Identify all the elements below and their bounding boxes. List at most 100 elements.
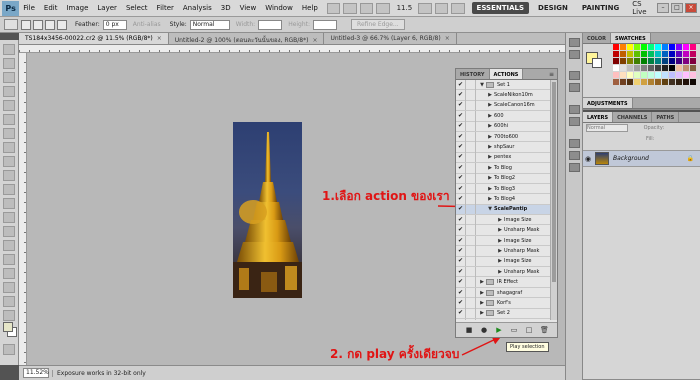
toggle-item-checkbox[interactable]: ✔ xyxy=(456,90,466,101)
action-row[interactable]: ✔ ▶ ScaleNikon10m xyxy=(456,90,557,101)
color-swatch[interactable] xyxy=(627,58,633,64)
color-swatch[interactable] xyxy=(641,72,647,78)
brush-tool-icon[interactable] xyxy=(3,142,15,153)
menu-file[interactable]: File xyxy=(23,4,35,12)
minimize-icon[interactable]: – xyxy=(657,3,669,13)
action-step-row[interactable]: ✔ ▶ Image Size xyxy=(456,214,557,226)
intersect-selection-icon[interactable] xyxy=(57,19,67,30)
workspace-essentials[interactable]: ESSENTIALS xyxy=(471,2,530,14)
color-swatch[interactable] xyxy=(683,51,689,57)
new-set-icon[interactable]: ▭ xyxy=(510,326,518,334)
screen-mode-button[interactable] xyxy=(451,2,465,14)
color-swatch[interactable] xyxy=(683,65,689,71)
action-row[interactable]: ✔ ▶ 700to600 xyxy=(456,131,557,143)
toggle-item-checkbox[interactable]: ✔ xyxy=(456,131,466,142)
color-swatch[interactable] xyxy=(648,72,654,78)
color-swatch[interactable] xyxy=(627,44,633,50)
action-step-row[interactable]: ✔ ▶ Image Size xyxy=(456,256,557,268)
toggle-dialog-icon[interactable] xyxy=(466,245,476,256)
subtract-selection-icon[interactable] xyxy=(45,19,55,30)
action-set-row[interactable]: ✔ ▼ Set 1 xyxy=(456,80,557,91)
color-swatch[interactable] xyxy=(690,44,696,50)
toggle-dialog-icon[interactable] xyxy=(466,287,476,298)
menu-edit[interactable]: Edit xyxy=(44,4,58,12)
record-icon[interactable]: ● xyxy=(480,326,488,334)
color-swatch[interactable] xyxy=(641,58,647,64)
expand-right-icon[interactable]: ▶ xyxy=(478,310,486,316)
toggle-dialog-icon[interactable] xyxy=(466,277,476,288)
tab-document-3[interactable]: Untitled-3 @ 66.7% (Layer 6, RGB/8) × xyxy=(324,33,457,44)
menu-3d[interactable]: 3D xyxy=(221,4,231,12)
color-swatch[interactable] xyxy=(662,79,668,85)
color-swatch[interactable] xyxy=(634,72,640,78)
zoom-level[interactable]: 11.5 xyxy=(397,4,413,12)
toggle-dialog-icon[interactable] xyxy=(466,235,476,246)
action-row[interactable]: ✔ ▶ ScaleCanon16m xyxy=(456,100,557,112)
expand-right-icon[interactable]: ▶ xyxy=(496,248,504,254)
style-select[interactable]: Normal xyxy=(189,19,230,30)
expand-right-icon[interactable]: ▶ xyxy=(486,134,494,140)
color-swatch[interactable] xyxy=(613,44,619,50)
color-swatch[interactable] xyxy=(655,79,661,85)
color-swatch[interactable] xyxy=(662,65,668,71)
action-set-row[interactable]: ✔ ▶ IR Effect xyxy=(456,277,557,288)
paragraph-panel-icon[interactable] xyxy=(569,117,580,126)
hand-tool-button[interactable] xyxy=(359,2,374,14)
color-swatch[interactable] xyxy=(627,79,633,85)
color-swatch[interactable] xyxy=(669,72,675,78)
toggle-item-checkbox[interactable]: ✔ xyxy=(456,142,466,153)
expand-right-icon[interactable]: ▶ xyxy=(486,186,494,192)
expand-right-icon[interactable]: ▶ xyxy=(496,217,504,223)
toggle-item-checkbox[interactable]: ✔ xyxy=(456,80,466,90)
actions-scrollbar[interactable] xyxy=(550,80,557,320)
toggle-dialog-icon[interactable] xyxy=(466,204,476,215)
new-action-icon[interactable]: □ xyxy=(525,326,533,334)
menu-filter[interactable]: Filter xyxy=(157,4,174,12)
tab-layers[interactable]: LAYERS xyxy=(583,112,614,122)
foreground-color-swatch[interactable] xyxy=(3,322,13,332)
expand-right-icon[interactable]: ▶ xyxy=(478,279,486,285)
color-swatch[interactable] xyxy=(683,58,689,64)
navigator-panel-icon[interactable] xyxy=(569,163,580,172)
shape-tool-icon[interactable] xyxy=(3,282,15,293)
toggle-dialog-icon[interactable] xyxy=(466,121,476,132)
eraser-tool-icon[interactable] xyxy=(3,184,15,195)
color-swatch[interactable] xyxy=(648,79,654,85)
tab-color[interactable]: COLOR xyxy=(583,33,612,43)
blur-tool-icon[interactable] xyxy=(3,212,15,223)
type-tool-icon[interactable] xyxy=(3,254,15,265)
color-swatch[interactable] xyxy=(669,58,675,64)
toggle-dialog-icon[interactable] xyxy=(466,152,476,163)
toggle-dialog-icon[interactable] xyxy=(466,308,476,319)
toggle-item-checkbox[interactable]: ✔ xyxy=(456,277,466,288)
hand-tool-icon[interactable] xyxy=(3,310,15,321)
blend-mode-select[interactable]: Normal xyxy=(586,124,628,132)
color-swatch[interactable] xyxy=(648,51,654,57)
color-swatch[interactable] xyxy=(676,51,682,57)
color-swatch[interactable] xyxy=(662,58,668,64)
color-swatch[interactable] xyxy=(613,51,619,57)
toggle-dialog-icon[interactable] xyxy=(466,110,476,121)
color-swatch[interactable] xyxy=(627,51,633,57)
toggle-item-checkbox[interactable]: ✔ xyxy=(456,235,466,246)
expand-right-icon[interactable]: ▶ xyxy=(486,102,494,108)
color-swatch[interactable] xyxy=(676,79,682,85)
color-swatch[interactable] xyxy=(655,65,661,71)
action-row[interactable]: ✔ ▶ To Blog2 xyxy=(456,173,557,184)
color-swatch[interactable] xyxy=(620,51,626,57)
brush-panel-icon[interactable] xyxy=(569,71,580,80)
stop-icon[interactable]: ■ xyxy=(465,326,473,334)
color-swatch[interactable] xyxy=(690,65,696,71)
toggle-item-checkbox[interactable]: ✔ xyxy=(456,297,466,308)
color-swatch[interactable] xyxy=(648,58,654,64)
marquee-tool-icon[interactable] xyxy=(3,58,15,69)
history-panel-icon[interactable] xyxy=(569,38,580,47)
menu-view[interactable]: View xyxy=(240,4,257,12)
expand-right-icon[interactable]: ▶ xyxy=(478,300,486,306)
tab-document-2[interactable]: Untitled-2 @ 100% (ตอนละวันนั้นของ, RGB/… xyxy=(169,33,325,44)
toggle-dialog-icon[interactable] xyxy=(466,318,476,320)
color-swatch[interactable] xyxy=(620,44,626,50)
color-swatch[interactable] xyxy=(676,58,682,64)
path-selection-tool-icon[interactable] xyxy=(3,268,15,279)
tab-actions[interactable]: ACTIONS xyxy=(489,69,524,79)
